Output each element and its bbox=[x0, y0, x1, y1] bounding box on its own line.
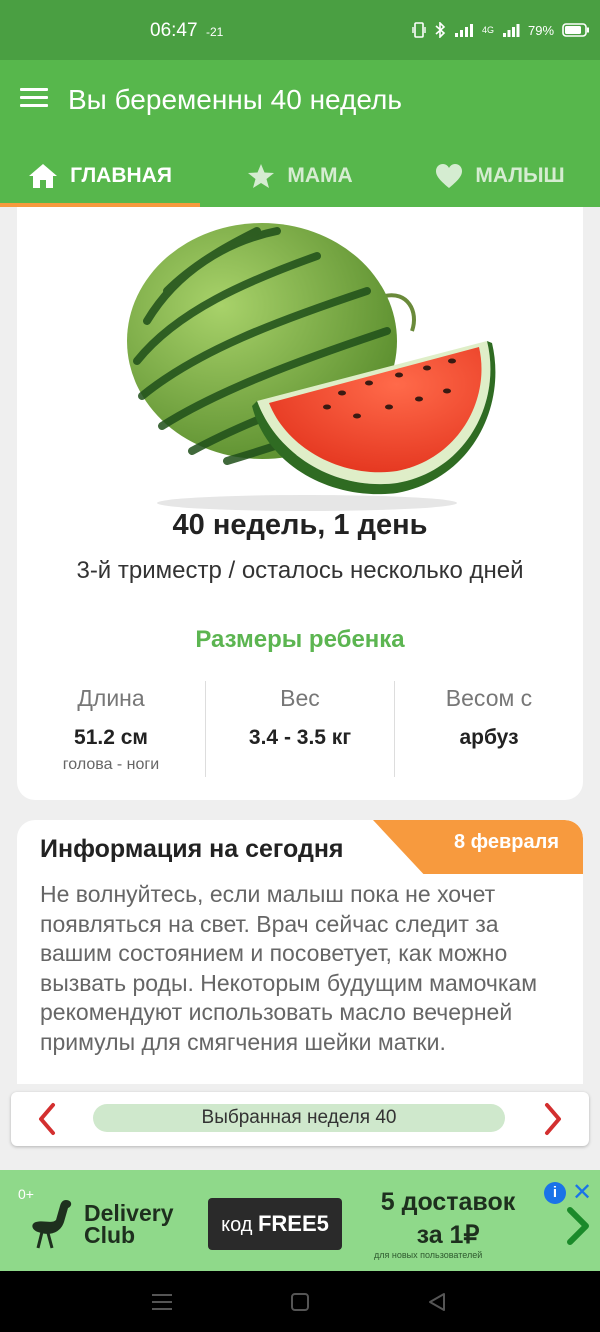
stat-length-sub: голова - ноги bbox=[62, 756, 160, 773]
date-badge-text: 8 февраля bbox=[453, 831, 559, 853]
ad-fine-print: для новых пользователей bbox=[374, 1250, 483, 1260]
home-icon bbox=[29, 163, 58, 188]
ad-code-prefix: код bbox=[221, 1214, 253, 1236]
star-icon bbox=[248, 163, 275, 188]
baby-sizes-title: Размеры ребенка bbox=[195, 626, 405, 653]
tab-mom[interactable]: МАМА bbox=[200, 144, 400, 207]
battery-icon bbox=[562, 23, 590, 37]
ad-offer: 5 доставок за 1₽ bbox=[368, 1186, 528, 1252]
watermelon-image bbox=[127, 223, 496, 511]
ostrich-logo-icon bbox=[32, 1200, 72, 1249]
stat-length: Длина 51.2 см голова - ноги bbox=[17, 681, 205, 777]
status-bar: 06:47 -21 4G 79% bbox=[0, 0, 600, 60]
baby-stats: Длина 51.2 см голова - ноги Вес 3.4 - 3.… bbox=[17, 681, 583, 777]
info-card: 8 февраля Информация на сегодня Не волну… bbox=[17, 820, 583, 1084]
recent-apps-icon[interactable] bbox=[150, 1291, 174, 1313]
week-title: 40 недель, 1 день bbox=[172, 509, 428, 541]
stat-weight-value: 3.4 - 3.5 кг bbox=[248, 726, 352, 749]
stat-weight-label: Вес bbox=[280, 685, 320, 711]
ad-offer-line1: 5 доставок bbox=[380, 1188, 516, 1216]
stat-comparison: Весом с арбуз bbox=[394, 681, 583, 777]
ad-promo-code: код FREE5 bbox=[208, 1198, 342, 1250]
tab-baby[interactable]: МАЛЫШ bbox=[400, 144, 600, 207]
menu-icon[interactable] bbox=[20, 88, 48, 110]
back-icon[interactable] bbox=[426, 1291, 448, 1313]
stat-comparison-label: Весом с bbox=[445, 685, 533, 711]
status-temperature: -21 bbox=[206, 25, 224, 39]
bluetooth-icon bbox=[435, 22, 446, 38]
ad-close-icon[interactable]: ✕ bbox=[572, 1178, 592, 1207]
info-text: Не волнуйтесь, если малыш пока не хочет … bbox=[40, 881, 538, 1055]
signal-icon bbox=[455, 24, 473, 37]
page-title: Вы беременны 40 недель bbox=[68, 84, 402, 115]
tab-bar: ГЛАВНАЯ МАМА МАЛЫШ bbox=[0, 144, 600, 207]
ad-code-value: FREE5 bbox=[257, 1211, 329, 1236]
week-selector: Выбранная неделя 40 bbox=[11, 1092, 589, 1146]
previous-week-button[interactable] bbox=[11, 1092, 81, 1146]
tab-home-label: ГЛАВНАЯ bbox=[70, 163, 172, 187]
signal-icon-2 bbox=[503, 24, 520, 37]
ad-banner[interactable]: 0+ Delivery Club код FREE5 5 доставок за… bbox=[0, 1170, 600, 1271]
trimester-text: 3-й триместр / осталось несколько дней bbox=[76, 557, 524, 584]
week-card: 40 недель, 1 день 3-й триместр / осталос… bbox=[17, 207, 583, 800]
ad-offer-line2: за 1₽ bbox=[416, 1221, 480, 1249]
tab-home[interactable]: ГЛАВНАЯ bbox=[0, 144, 200, 207]
ad-brand-line2: Club bbox=[84, 1222, 136, 1248]
home-button-icon[interactable] bbox=[290, 1292, 310, 1312]
status-icons: 4G 79% bbox=[412, 22, 590, 38]
network-label: 4G bbox=[482, 25, 495, 35]
stat-length-value: 51.2 см bbox=[74, 726, 148, 749]
vibrate-icon bbox=[412, 22, 426, 38]
ad-brand: Delivery Club bbox=[84, 1200, 174, 1248]
ad-arrow-icon[interactable] bbox=[562, 1206, 592, 1246]
info-title: Информация на сегодня bbox=[40, 835, 344, 863]
tab-mom-label: МАМА bbox=[287, 163, 353, 187]
heart-icon bbox=[436, 163, 463, 188]
next-week-button[interactable] bbox=[519, 1092, 589, 1146]
system-nav-bar bbox=[0, 1271, 600, 1332]
battery-percent: 79% bbox=[528, 22, 555, 38]
stat-comparison-value: арбуз bbox=[459, 726, 519, 749]
app-bar: Вы беременны 40 недель bbox=[0, 60, 600, 144]
ad-brand-line1: Delivery bbox=[84, 1200, 174, 1226]
selected-week-label: Выбранная неделя 40 bbox=[93, 1104, 505, 1132]
chevron-left-icon bbox=[39, 1103, 55, 1135]
status-time: 06:47 bbox=[150, 20, 198, 41]
tab-baby-label: МАЛЫШ bbox=[475, 163, 565, 187]
stat-weight: Вес 3.4 - 3.5 кг bbox=[205, 681, 394, 777]
ad-info-icon[interactable]: i bbox=[544, 1182, 566, 1204]
chevron-right-icon bbox=[545, 1103, 561, 1135]
stat-length-label: Длина bbox=[77, 685, 145, 711]
